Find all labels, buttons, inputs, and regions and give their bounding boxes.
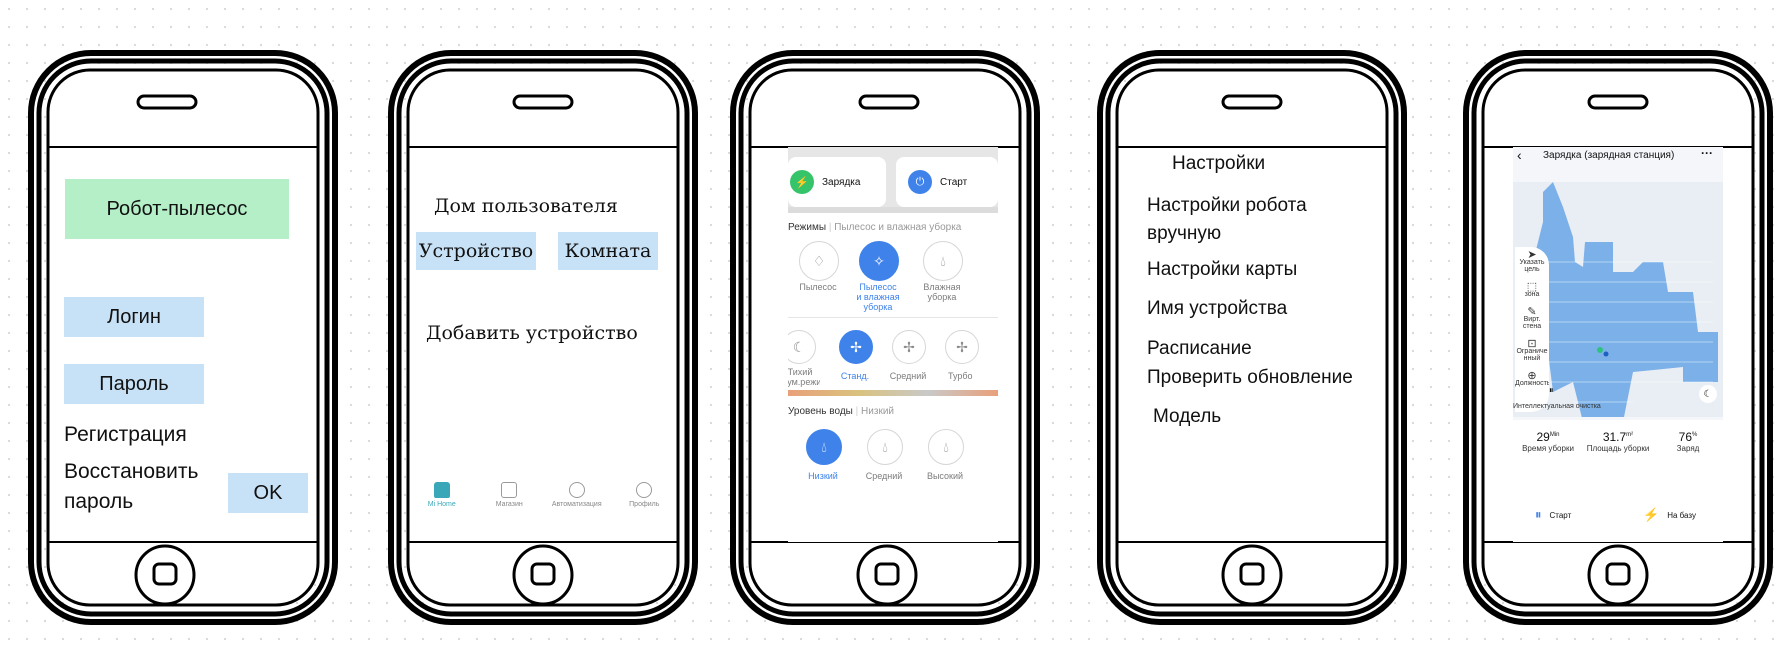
- phone-screen: Настройки Настройки робота вручную Настр…: [1117, 147, 1387, 542]
- automation-icon: [568, 482, 585, 498]
- navigate-icon: ➤: [1527, 249, 1537, 261]
- water-medium-icon[interactable]: 💧︎: [867, 429, 903, 465]
- settings-item-robot[interactable]: Настройки робота вручную: [1147, 192, 1307, 248]
- stat-battery: 76% Заряд: [1676, 430, 1700, 453]
- turbo-power-label: Турбо: [948, 371, 973, 381]
- tool-position[interactable]: ⊕ Должность: [1515, 370, 1549, 394]
- vacuum-mode-icon[interactable]: ♢: [799, 241, 839, 281]
- phone-mockup-map: ‹ Зарядка (зарядная станция) ··· ➤ Указат…: [1463, 50, 1773, 625]
- register-link[interactable]: Регистрация: [64, 420, 187, 450]
- add-device-link[interactable]: Добавить устройство: [426, 322, 638, 344]
- water-high-label: Высокий: [926, 471, 964, 481]
- water-low-label: Низкий: [808, 471, 838, 481]
- locate-icon: ⊕: [1527, 370, 1537, 382]
- pause-icon[interactable]: ⏸: [1549, 385, 1554, 396]
- settings-item-update[interactable]: Проверить обновление: [1147, 364, 1353, 392]
- phone-screen: ⚡ Зарядка ⏻ Старт Режимы | Пылесос и вла…: [788, 147, 998, 542]
- medium-power-icon[interactable]: ✢: [892, 330, 926, 364]
- app-title: Робот-пылесос: [65, 179, 289, 239]
- start-icon: ⏸: [1535, 507, 1542, 522]
- phone-mockup-login: Робот-пылесос Логин Пароль Регистрация В…: [28, 50, 338, 625]
- vacuum-mode-label: Пылесос: [799, 282, 837, 292]
- mop-mode-icon[interactable]: 💧︎: [923, 241, 963, 281]
- tool-virtual-wall[interactable]: ✎ Вирт. стена: [1515, 306, 1549, 331]
- water-medium-label: Средний: [865, 471, 903, 481]
- phone-screen: Дом пользователя Устройство Комната Доба…: [408, 147, 678, 542]
- photo-strip: [788, 390, 998, 396]
- phone-mockup-home: Дом пользователя Устройство Комната Доба…: [388, 50, 698, 625]
- tool-restricted[interactable]: ⊡ Ограниче нный: [1515, 338, 1549, 363]
- phone-mockup-modes: ⚡ Зарядка ⏻ Старт Режимы | Пылесос и вла…: [730, 50, 1040, 625]
- tab-automation[interactable]: Автоматизация: [547, 482, 607, 522]
- modes-header: Режимы | Пылесос и влажная уборка: [788, 222, 962, 233]
- phone-screen: Робот-пылесос Логин Пароль Регистрация В…: [48, 147, 318, 542]
- clean-mode-label: Интеллектуальная очистка: [1513, 403, 1601, 410]
- phone-mockup-settings: Настройки Настройки робота вручную Настр…: [1097, 50, 1407, 625]
- standard-power-label: Станд.: [840, 371, 870, 381]
- profile-icon: [636, 482, 653, 498]
- water-level-header: Уровень воды | Низкий: [788, 406, 894, 417]
- divider: [788, 317, 998, 318]
- charge-button[interactable]: ⚡ Зарядка: [788, 157, 886, 207]
- tool-target[interactable]: ➤ Указать цель: [1515, 249, 1549, 274]
- divider: [788, 207, 998, 213]
- power-icon: ⏻: [908, 170, 932, 194]
- lightning-icon: ⚡: [790, 170, 814, 194]
- tab-mi-home[interactable]: Mi Home: [412, 482, 472, 522]
- home-icon: [433, 482, 450, 498]
- zone-icon: ⬚: [1526, 281, 1538, 293]
- tab-room[interactable]: Комната: [558, 232, 658, 270]
- water-low-icon[interactable]: 💧︎: [806, 429, 842, 465]
- settings-title: Настройки: [1172, 153, 1266, 174]
- restore-password-link[interactable]: Восстановить пароль: [64, 457, 198, 517]
- settings-item-device-name[interactable]: Имя устройства: [1147, 295, 1287, 323]
- start-button[interactable]: ⏻ Старт: [896, 157, 998, 207]
- standard-power-icon[interactable]: ✢: [839, 330, 873, 364]
- more-icon[interactable]: ···: [1701, 147, 1713, 160]
- return-to-dock-button[interactable]: ⚡ На базу: [1643, 507, 1696, 523]
- restricted-icon: ⊡: [1527, 338, 1537, 350]
- robot-settings-line-2: вручную: [1147, 223, 1222, 244]
- settings-item-map[interactable]: Настройки карты: [1147, 256, 1297, 284]
- medium-power-label: Средний: [889, 371, 927, 381]
- lightning-icon: ⚡: [1643, 507, 1660, 522]
- turbo-power-icon[interactable]: ✢: [945, 330, 979, 364]
- water-high-icon[interactable]: 💧︎: [928, 429, 964, 465]
- restore-line-2: пароль: [64, 490, 134, 513]
- stat-time: 29Min Время уборки: [1522, 430, 1574, 453]
- tab-device[interactable]: Устройство: [416, 232, 536, 270]
- quiet-power-label: Тихий шум.режи м: [788, 367, 820, 389]
- mop-mode-label: Влажная уборка: [923, 282, 961, 302]
- map-screen-title: Зарядка (зарядная станция): [1543, 150, 1675, 161]
- night-mode-icon[interactable]: ☾: [1699, 385, 1717, 403]
- ok-button[interactable]: OK: [228, 473, 308, 513]
- login-field[interactable]: Логин: [64, 297, 204, 337]
- vacuum-mop-mode-label: Пылесос и влажная уборка: [856, 282, 900, 312]
- phone-screen: ‹ Зарядка (зарядная станция) ··· ➤ Указат…: [1513, 147, 1723, 542]
- pencil-icon: ✎: [1527, 306, 1537, 318]
- home-heading: Дом пользователя: [434, 195, 618, 217]
- tab-store[interactable]: Магазин: [479, 482, 539, 522]
- tool-zone[interactable]: ⬚ зона: [1515, 281, 1549, 299]
- settings-item-schedule[interactable]: Расписание: [1147, 335, 1252, 363]
- vacuum-mop-mode-icon[interactable]: ✧: [859, 241, 899, 281]
- bottom-tab-bar: Mi Home Магазин Автоматизация Профиль: [408, 482, 678, 522]
- password-field[interactable]: Пароль: [64, 364, 204, 404]
- start-cleaning-button[interactable]: ⏸ Старт: [1535, 507, 1571, 523]
- shop-icon: [501, 482, 518, 498]
- quiet-power-icon[interactable]: ☾: [788, 330, 816, 364]
- stat-area: 31.7m² Площадь уборки: [1586, 430, 1650, 453]
- restore-line-1: Восстановить: [64, 460, 199, 483]
- tab-profile[interactable]: Профиль: [614, 482, 674, 522]
- robot-settings-line-1: Настройки робота: [1147, 195, 1307, 216]
- settings-item-model[interactable]: Модель: [1153, 403, 1221, 431]
- back-icon[interactable]: ‹: [1517, 147, 1522, 163]
